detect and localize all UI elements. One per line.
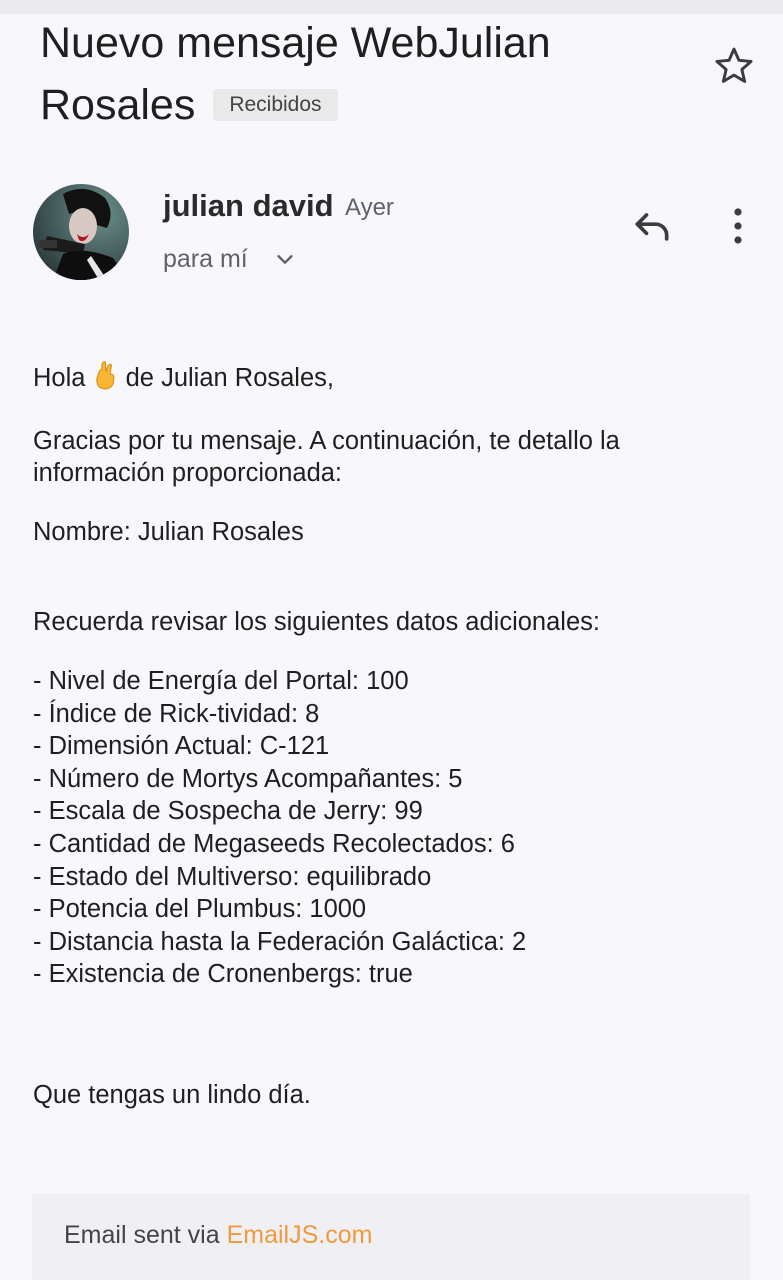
footer-text: Email sent via EmailJS.com: [64, 1218, 372, 1252]
detail-item: - Estado del Multiverso: equilibrado: [33, 862, 432, 891]
avatar-photo: [33, 184, 129, 280]
emailjs-link[interactable]: EmailJS.com: [227, 1221, 373, 1249]
sender-name[interactable]: julian david: [163, 186, 334, 226]
detail-item: - Escala de Sospecha de Jerry: 99: [33, 797, 423, 826]
email-subject: Nuevo mensaje WebJulian Rosales Recibido…: [40, 12, 660, 136]
more-vertical-icon[interactable]: [722, 206, 754, 246]
greeting: Hola de Julian Rosales,: [33, 360, 753, 399]
email-time: Ayer: [345, 194, 394, 221]
intro-text: Gracias por tu mensaje. A continuación, …: [33, 426, 620, 488]
detail-item: - Cantidad de Megaseeds Recolectados: 6: [33, 829, 515, 858]
reminder-text: Recuerda revisar los siguientes datos ad…: [33, 608, 600, 637]
crossed-fingers-icon: [93, 360, 119, 399]
email-body: Hola de Julian Rosales, Gracias por tu m…: [33, 360, 753, 1112]
closing-text: Que tengas un lindo día.: [33, 1080, 311, 1109]
star-icon[interactable]: [712, 44, 756, 88]
detail-item: - Distancia hasta la Federación Galáctic…: [33, 927, 527, 956]
detail-item: - Existencia de Cronenbergs: true: [33, 960, 413, 989]
label-badge-inbox[interactable]: Recibidos: [213, 88, 338, 121]
greeting-start: Hola: [33, 364, 93, 392]
sender-avatar[interactable]: [33, 184, 129, 280]
recipient-line[interactable]: para mí: [163, 242, 248, 276]
email-footer: Email sent via EmailJS.com: [32, 1194, 750, 1280]
details-list: - Nivel de Energía del Portal: 100 - Índ…: [33, 665, 753, 991]
detail-item: - Índice de Rick-tividad: 8: [33, 699, 320, 728]
reply-icon[interactable]: [630, 204, 674, 248]
detail-item: - Nivel de Energía del Portal: 100: [33, 666, 409, 695]
footer-prefix: Email sent via: [64, 1221, 227, 1249]
detail-item: - Número de Mortys Acompañantes: 5: [33, 764, 463, 793]
chevron-down-icon[interactable]: [274, 248, 296, 270]
detail-item: - Dimensión Actual: C-121: [33, 732, 330, 761]
greeting-end: de Julian Rosales,: [118, 364, 334, 392]
detail-item: - Potencia del Plumbus: 1000: [33, 895, 367, 924]
name-line: Nombre: Julian Rosales: [33, 517, 304, 546]
